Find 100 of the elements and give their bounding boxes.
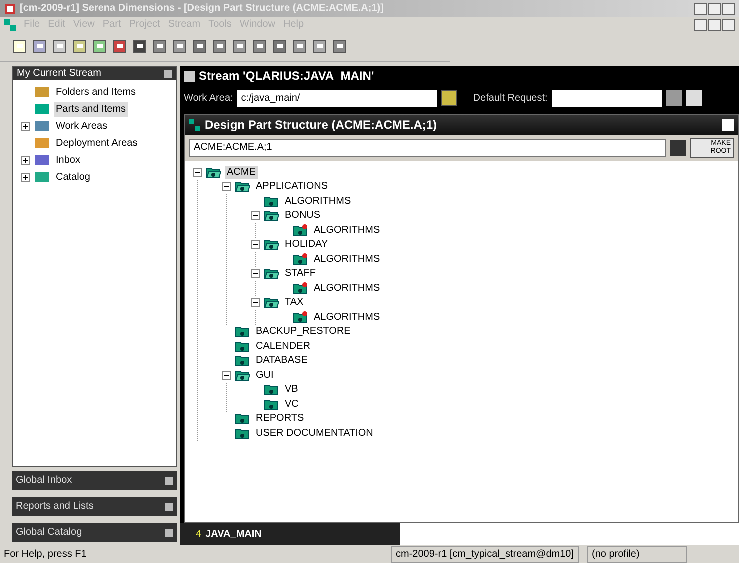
tree-item[interactable]: ALGORITHMS bbox=[312, 224, 382, 237]
toolbar-icon[interactable] bbox=[332, 38, 348, 54]
collapsed-panel[interactable]: Reports and Lists bbox=[12, 497, 177, 516]
collapsed-panel[interactable]: Global Inbox bbox=[12, 471, 177, 490]
folder-icon bbox=[264, 383, 279, 396]
collapsed-panel[interactable]: Global Catalog bbox=[12, 523, 177, 542]
app-icon bbox=[4, 18, 16, 30]
node-icon bbox=[34, 153, 50, 167]
app-icon bbox=[4, 2, 16, 14]
collapse-icon[interactable] bbox=[222, 370, 231, 380]
toolbar-icon[interactable] bbox=[92, 38, 108, 54]
tab-number: 4 bbox=[196, 528, 202, 542]
open-folder-icon bbox=[264, 267, 279, 280]
expand-icon[interactable] bbox=[21, 122, 30, 130]
tree-item[interactable]: ALGORITHMS bbox=[312, 252, 382, 266]
document-tab[interactable]: 4 JAVA_MAIN bbox=[180, 523, 400, 545]
node-icon bbox=[34, 85, 50, 99]
marked-folder-icon bbox=[293, 310, 308, 324]
node-icon bbox=[34, 119, 50, 133]
tree-item[interactable]: DATABASE bbox=[254, 354, 310, 368]
tree-item[interactable]: Folders and Items bbox=[54, 84, 138, 100]
node-icon bbox=[34, 136, 50, 150]
tree-item[interactable]: VB bbox=[283, 383, 300, 396]
tree-item[interactable]: ALGORITHMS bbox=[312, 282, 382, 295]
tree-item[interactable]: ACME bbox=[225, 166, 258, 179]
folder-icon bbox=[264, 398, 279, 411]
tree-item[interactable]: USER DOCUMENTATION bbox=[254, 426, 376, 440]
toolbar-icon[interactable] bbox=[172, 38, 188, 54]
tree-item[interactable]: Deployment Areas bbox=[54, 136, 140, 150]
stream-title: Stream 'QLARIUS:JAVA_MAIN' bbox=[199, 68, 374, 85]
tree-item[interactable]: APPLICATIONS bbox=[254, 180, 330, 194]
marked-folder-icon bbox=[293, 282, 308, 295]
tree-item[interactable]: ALGORITHMS bbox=[283, 194, 354, 208]
tree-item[interactable]: CALENDER bbox=[254, 340, 312, 353]
marked-folder-icon bbox=[293, 252, 308, 266]
node-icon bbox=[34, 102, 50, 116]
toolbar-icon[interactable] bbox=[232, 38, 248, 54]
toolbar-icon[interactable] bbox=[292, 38, 308, 54]
folder-icon bbox=[235, 354, 250, 368]
tree-item[interactable]: GUI bbox=[254, 368, 276, 382]
expand-icon[interactable] bbox=[21, 172, 30, 182]
open-folder-icon bbox=[264, 238, 279, 252]
collapse-icon[interactable] bbox=[251, 240, 260, 250]
connection-status: cm-2009-r1 [cm_typical_stream@dm10] bbox=[391, 546, 579, 562]
toolbar-icon[interactable] bbox=[272, 38, 288, 54]
folder-icon bbox=[235, 412, 250, 426]
collapse-icon[interactable] bbox=[251, 269, 260, 278]
field-label: Work Area: bbox=[184, 92, 234, 106]
collapse-icon[interactable] bbox=[222, 182, 231, 192]
folder-icon bbox=[235, 325, 250, 338]
collapse-icon[interactable] bbox=[251, 211, 260, 220]
tab-label: JAVA_MAIN bbox=[206, 528, 262, 542]
toolbar-icon[interactable] bbox=[32, 38, 48, 54]
tree-item[interactable]: REPORTS bbox=[254, 412, 306, 426]
tree-item[interactable]: STAFF bbox=[283, 267, 318, 280]
tree-item[interactable]: Work Areas bbox=[54, 118, 110, 134]
panel-title: Global Inbox bbox=[16, 474, 72, 488]
folder-icon bbox=[235, 426, 250, 440]
collapse-icon[interactable] bbox=[251, 298, 260, 308]
toolbar-icon[interactable] bbox=[212, 38, 228, 54]
tree-item[interactable]: BACKUP_RESTORE bbox=[254, 325, 353, 338]
panel-title: Reports and Lists bbox=[16, 500, 94, 514]
open-folder-icon bbox=[235, 368, 250, 382]
structure-icon bbox=[189, 119, 201, 131]
marked-folder-icon bbox=[293, 224, 308, 237]
request-field[interactable] bbox=[552, 90, 662, 106]
toolbar-icon[interactable] bbox=[192, 38, 208, 54]
work-area-field[interactable]: c:/java_main/ bbox=[237, 90, 438, 106]
toolbar-icon[interactable] bbox=[152, 38, 168, 54]
toolbar-icon[interactable] bbox=[132, 38, 148, 54]
toolbar-icon[interactable] bbox=[252, 38, 268, 54]
open-folder-icon bbox=[264, 209, 279, 222]
open-folder-icon bbox=[206, 166, 221, 179]
tree-item[interactable]: HOLIDAY bbox=[283, 238, 330, 252]
folder-icon bbox=[264, 194, 279, 208]
toolbar-icon[interactable] bbox=[12, 38, 28, 54]
window-title: [cm-2009-r1] Serena Dimensions - [Design Part Structure (ACME:ACME.A;1)] bbox=[20, 2, 384, 16]
tree-item[interactable]: Parts and Items bbox=[54, 102, 128, 116]
folder-icon bbox=[235, 340, 250, 353]
browse-icon[interactable] bbox=[441, 90, 458, 106]
open-folder-icon bbox=[235, 180, 250, 194]
open-folder-icon bbox=[264, 296, 279, 310]
tree-item[interactable]: Catalog bbox=[54, 170, 92, 184]
tree-item[interactable]: TAX bbox=[283, 296, 306, 310]
window-title: Design Part Structure (ACME:ACME.A;1) bbox=[205, 117, 438, 134]
toolbar-icon[interactable] bbox=[112, 38, 128, 54]
field-label: Default Request: bbox=[473, 92, 548, 106]
toolbar-icon[interactable] bbox=[52, 38, 68, 54]
tree-item[interactable]: ALGORITHMS bbox=[312, 310, 382, 324]
panel-title: Global Catalog bbox=[16, 526, 82, 540]
status-text: For Help, press F1 bbox=[4, 548, 87, 562]
toolbar-icon[interactable] bbox=[72, 38, 88, 54]
part-selector[interactable]: ACME:ACME.A;1 bbox=[189, 139, 666, 157]
tree-item[interactable]: BONUS bbox=[283, 209, 323, 222]
collapse-icon[interactable] bbox=[193, 168, 202, 177]
tree-item[interactable]: VC bbox=[283, 398, 301, 411]
profile-status: (no profile) bbox=[587, 546, 687, 562]
toolbar-icon[interactable] bbox=[312, 38, 328, 54]
expand-icon[interactable] bbox=[21, 156, 30, 164]
tree-item[interactable]: Inbox bbox=[54, 152, 82, 168]
